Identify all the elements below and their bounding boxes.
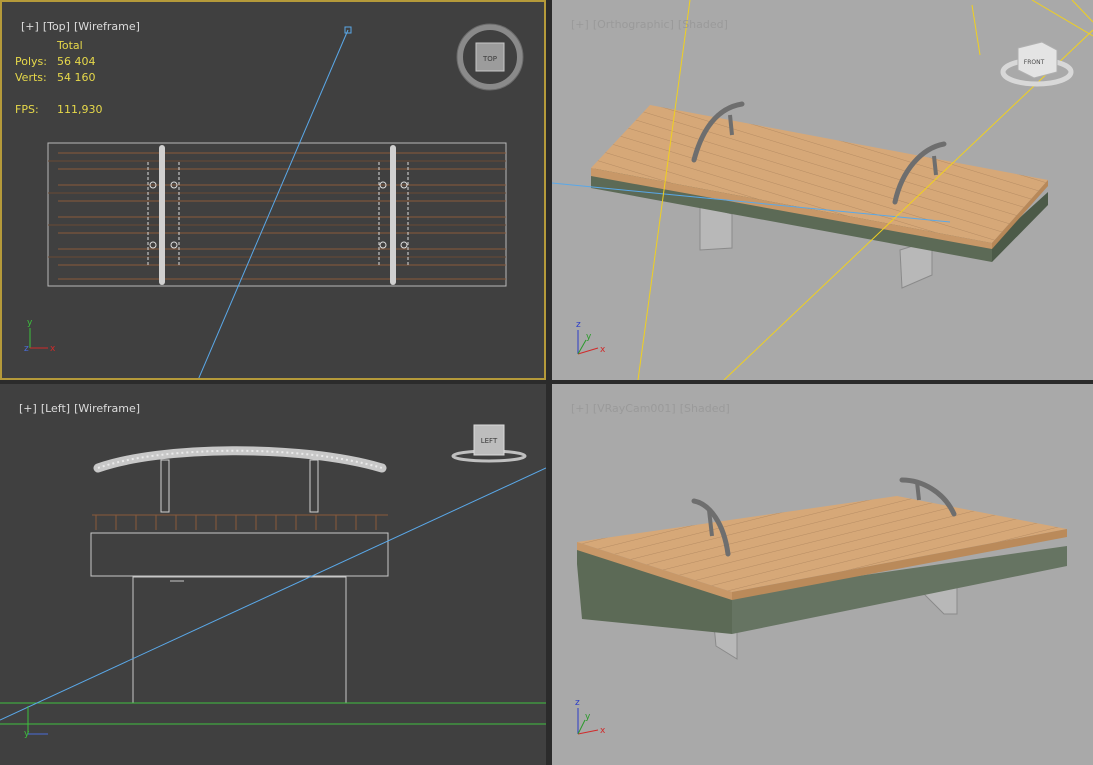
viewcube-top-face: TOP <box>482 55 497 63</box>
svg-text:y: y <box>24 729 30 739</box>
viewport-shading-mode[interactable]: [Shaded] <box>678 18 728 31</box>
handrail-right-top <box>390 145 396 285</box>
stats-verts-value: 54 160 <box>57 71 96 84</box>
viewport-point-of-view[interactable]: [VRayCam001] <box>593 402 676 415</box>
bench-plank-lines <box>58 152 506 280</box>
viewport-left[interactable]: [+] [Left] [Wireframe] LEFT y <box>0 384 546 765</box>
viewport-orthographic[interactable]: [+] [Orthographic] [Shaded] FRONT z y x <box>552 0 1093 380</box>
stats-polys-value: 56 404 <box>57 55 96 68</box>
axis-gizmo-top: y x z <box>24 318 56 354</box>
svg-text:z: z <box>576 320 581 330</box>
svg-text:y: y <box>27 318 33 328</box>
viewcube-left[interactable]: LEFT <box>451 424 527 463</box>
viewcube-front-face: FRONT <box>1024 59 1045 66</box>
viewport-shading-mode[interactable]: [Wireframe] <box>74 20 140 33</box>
camera-shaded-scene: z y x <box>575 477 1067 736</box>
stats-fps-value: 111,930 <box>57 103 103 116</box>
viewport-point-of-view[interactable]: [Left] <box>41 402 70 415</box>
viewport-menu-plus[interactable]: [+] <box>19 402 37 415</box>
left-wireframe-scene: LEFT y <box>0 424 546 739</box>
bench-base-side <box>90 532 389 577</box>
viewcube-top[interactable]: TOP <box>456 23 524 91</box>
viewcube-left-face: LEFT <box>481 437 498 445</box>
stats-fps-label: FPS: <box>15 103 39 116</box>
svg-text:y: y <box>586 332 592 342</box>
svg-text:z: z <box>24 344 29 354</box>
svg-text:z: z <box>575 698 580 708</box>
svg-text:x: x <box>600 345 606 355</box>
viewport-menu-plus[interactable]: [+] <box>571 18 589 31</box>
handrail-left-top <box>159 145 165 285</box>
stats-verts-label: Verts: <box>15 71 47 84</box>
camera-target-line <box>198 29 349 378</box>
viewport-menu-plus[interactable]: [+] <box>21 20 39 33</box>
axis-gizmo-left: y <box>24 706 48 739</box>
handrail-side-arc <box>93 446 387 473</box>
viewport-camera-label[interactable]: [+] [VRayCam001] [Shaded] <box>557 389 734 428</box>
viewcube-orthographic[interactable]: FRONT <box>1000 41 1074 87</box>
viewport-menu-plus[interactable]: [+] <box>571 402 589 415</box>
viewport-orthographic-label[interactable]: [+] [Orthographic] [Shaded] <box>557 5 732 44</box>
stats-total-header: Total <box>57 39 83 52</box>
viewport-left-label[interactable]: [+] [Left] [Wireframe] <box>5 389 144 428</box>
axis-gizmo-camera: z y x <box>575 698 606 736</box>
svg-text:x: x <box>600 726 606 736</box>
viewport-shading-mode[interactable]: [Shaded] <box>680 402 730 415</box>
viewport-point-of-view[interactable]: [Top] <box>43 20 70 33</box>
orthographic-shaded-scene: FRONT z y x <box>552 0 1093 380</box>
viewport-point-of-view[interactable]: [Orthographic] <box>593 18 674 31</box>
axis-gizmo-orthographic: z y x <box>576 320 606 355</box>
statistics-overlay: Total Polys: 56 404 Verts: 54 160 FPS: 111,… <box>15 38 103 118</box>
bench-leg-side <box>132 576 347 704</box>
camera-target-line-side <box>0 467 546 721</box>
viewport-top[interactable]: [+] [Top] [Wireframe] Total Polys: 56 404 V… <box>0 0 546 380</box>
viewport-shading-mode[interactable]: [Wireframe] <box>74 402 140 415</box>
viewport-camera[interactable]: [+] [VRayCam001] [Shaded] z y x <box>552 384 1093 765</box>
svg-text:y: y <box>585 712 591 722</box>
stats-polys-label: Polys: <box>15 55 47 68</box>
svg-text:x: x <box>50 344 56 354</box>
